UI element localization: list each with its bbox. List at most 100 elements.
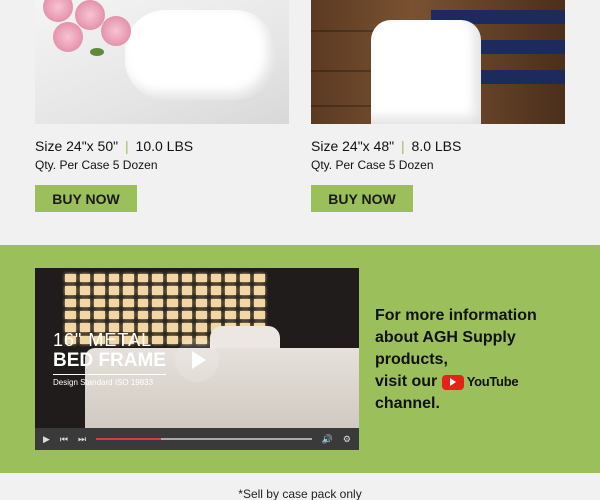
rose [75, 0, 105, 30]
grille-square [108, 274, 120, 283]
separator: | [401, 138, 405, 154]
grille-square [137, 286, 149, 295]
grille-square [65, 274, 76, 283]
grille-square [152, 323, 163, 332]
grille-square [181, 310, 193, 320]
grille-square [94, 274, 105, 283]
promo-line3: products, [375, 351, 448, 368]
youtube-promo-band: 16" METAL BED FRAME Design Standard ISO … [0, 245, 600, 473]
grille-square [137, 274, 149, 283]
previous-icon[interactable]: ⏮ [60, 434, 68, 445]
grille-square [137, 298, 149, 307]
grille-square [239, 274, 251, 283]
video-player[interactable]: 16" METAL BED FRAME Design Standard ISO … [35, 268, 359, 450]
product-size: Size 24"x 50" [35, 138, 119, 154]
grille-square [152, 335, 163, 344]
product-card-2: Size 24"x 48" | 8.0 LBS Qty. Per Case 5 … [311, 0, 565, 212]
grille-square [196, 298, 207, 307]
grille-square [181, 323, 193, 332]
grille-square [225, 274, 236, 283]
video-title-line1: 16" METAL [53, 330, 153, 350]
grille-square [108, 310, 120, 320]
promo-visit-text: visit our [375, 373, 438, 391]
towel-roll [125, 10, 275, 100]
play-small-icon[interactable]: ▶ [43, 434, 50, 445]
grille-square [65, 298, 76, 307]
video-progress-bar[interactable] [96, 438, 312, 440]
grille-square [254, 310, 265, 320]
grille-square [65, 286, 76, 295]
grille-square [123, 310, 134, 320]
grille-square [152, 310, 163, 320]
play-icon [192, 351, 206, 369]
product-size: Size 24"x 48" [311, 138, 395, 154]
grille-square [239, 298, 251, 307]
grille-square [166, 335, 178, 344]
product-image-towel-roses[interactable] [35, 0, 289, 124]
grille-square [210, 298, 222, 307]
product-size-weight: Size 24"x 48" | 8.0 LBS [311, 138, 461, 154]
grille-square [79, 286, 91, 295]
grille-square [225, 286, 236, 295]
footnote: *Sell by case pack only [238, 487, 362, 500]
grille-square [181, 298, 193, 307]
product-weight: 10.0 LBS [135, 138, 194, 154]
promo-text: For more information about AGH Supply pr… [375, 305, 575, 415]
grille-square [210, 286, 222, 295]
grille-square [196, 323, 207, 332]
grille-square [254, 274, 265, 283]
grille-square [254, 298, 265, 307]
youtube-logo-icon [441, 374, 464, 390]
grille-square [254, 286, 265, 295]
grille-square [152, 298, 163, 307]
grille-square [123, 274, 134, 283]
grille-square [65, 310, 76, 320]
video-controls: ▶ ⏮ ⏭ 🔊 ⚙ [35, 428, 359, 450]
video-progress-fill [96, 438, 161, 440]
video-title-line2: BED FRAME [53, 350, 166, 375]
grille-square [123, 298, 134, 307]
grille-square [196, 286, 207, 295]
grille-square [239, 310, 251, 320]
grille-square [225, 298, 236, 307]
grille-square [239, 286, 251, 295]
product-weight: 8.0 LBS [411, 138, 462, 154]
grille-square [196, 310, 207, 320]
grille-square [210, 274, 222, 283]
buy-now-button[interactable]: BUY NOW [35, 185, 137, 212]
play-button[interactable] [175, 338, 219, 382]
grille-square [94, 286, 105, 295]
grille-square [79, 274, 91, 283]
youtube-link[interactable]: YouTube [441, 371, 519, 393]
grille-square [181, 286, 193, 295]
product-qty: Qty. Per Case 5 Dozen [35, 158, 158, 172]
product-qty: Qty. Per Case 5 Dozen [311, 158, 434, 172]
grille-square [196, 274, 207, 283]
product-card-1: Size 24"x 50" | 10.0 LBS Qty. Per Case 5… [35, 0, 289, 212]
grille-square [152, 274, 163, 283]
rose [43, 0, 73, 22]
grille-square [166, 323, 178, 332]
grille-square [94, 298, 105, 307]
grille-square [79, 310, 91, 320]
grille-square [108, 298, 120, 307]
buy-now-button[interactable]: BUY NOW [311, 185, 413, 212]
promo-line5: channel. [375, 395, 440, 413]
grille-square [210, 310, 222, 320]
grille-square [166, 298, 178, 307]
grille-square [137, 310, 149, 320]
next-icon[interactable]: ⏭ [78, 434, 86, 445]
grille-square [181, 274, 193, 283]
product-size-weight: Size 24"x 50" | 10.0 LBS [35, 138, 193, 154]
product-image-towel-striped[interactable] [311, 0, 565, 124]
grille-square [166, 310, 178, 320]
grille-square [108, 286, 120, 295]
grille-square [166, 286, 178, 295]
towel-fold [371, 20, 481, 124]
volume-icon[interactable]: 🔊 [322, 434, 333, 445]
grille-square [225, 310, 236, 320]
grille-square [166, 274, 178, 283]
settings-gear-icon[interactable]: ⚙ [343, 434, 351, 445]
grille-square [123, 286, 134, 295]
video-subtitle: Design Standard ISO 19833 [53, 378, 154, 387]
